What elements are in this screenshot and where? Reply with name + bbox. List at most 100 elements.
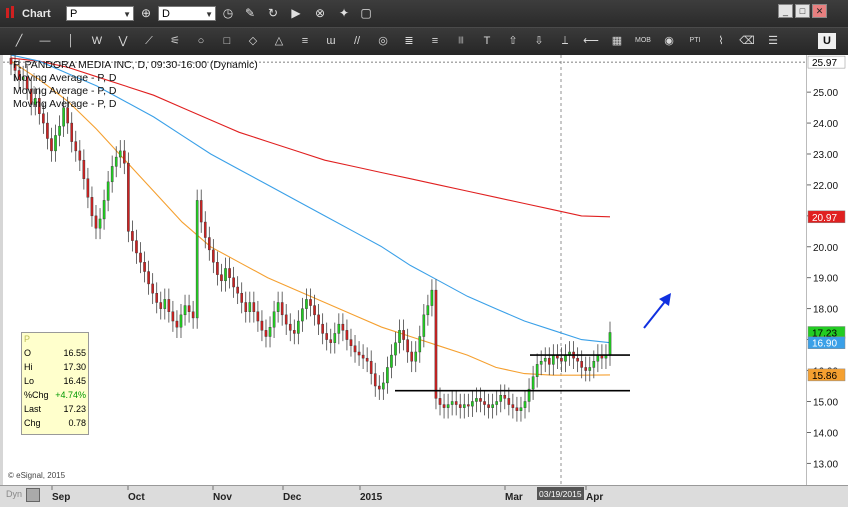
candle-body [191, 311, 195, 319]
drawing-tool-10-icon[interactable]: △ [268, 33, 290, 49]
candle-body [499, 395, 503, 402]
price-axis[interactable]: 13.0014.0015.0016.0017.0018.0019.0020.00… [806, 55, 848, 485]
chart-plot-area[interactable]: P, PANDORA MEDIA INC, D, 09:30-16:00 (Dy… [3, 55, 806, 485]
candle-body [349, 339, 353, 346]
drawing-tool-2-icon[interactable]: │ [60, 33, 82, 49]
drawing-tool-12-icon[interactable]: ɯ [320, 33, 342, 49]
drawing-tool-16-icon[interactable]: ≡ [424, 33, 446, 49]
databox-key: Chg [24, 418, 41, 428]
y-tick-label: 15.00 [813, 397, 838, 408]
drawing-tool-6-icon[interactable]: ⚟ [164, 33, 186, 49]
candle-body [471, 401, 474, 407]
link-icon[interactable]: ⊕ [138, 5, 154, 21]
price-tag-label: 20.97 [812, 213, 837, 224]
candle [240, 282, 244, 314]
candle [195, 189, 199, 329]
maximize-button[interactable]: □ [795, 4, 810, 18]
candle-body [252, 302, 256, 312]
candle-body [596, 354, 600, 362]
databox-value: 16.45 [63, 376, 86, 386]
candle-body [495, 401, 498, 405]
candle [588, 356, 592, 382]
chevron-down-icon[interactable]: ▼ [205, 7, 213, 22]
price-chart[interactable] [3, 55, 806, 485]
candle-body [90, 197, 94, 217]
drawing-tool-24-icon[interactable]: MOB [632, 33, 654, 49]
candle-body [272, 311, 276, 328]
drawing-tool-14-icon[interactable]: ◎ [372, 33, 394, 49]
comment-icon[interactable]: ▢ [358, 5, 374, 21]
databox-key: Lo [24, 376, 35, 386]
candle-body [515, 407, 519, 411]
drawing-tool-7-icon[interactable]: ○ [190, 33, 212, 49]
chart-window: Chart P ▼ ⊕ D ▼ ◷ ✎ ↻ ▶ ⊗ ✦ ▢ _ □ ✕ ╱ — │ W ⋁ ⟋… [0, 0, 848, 507]
drawing-tool-25-icon[interactable]: ◉ [658, 33, 680, 49]
drawing-tool-3-icon[interactable]: W [86, 33, 108, 49]
candle-body [244, 302, 248, 312]
drawing-tool-5-icon[interactable]: ⟋ [138, 33, 160, 49]
drawing-tool-27-icon[interactable]: ⌇ [710, 33, 732, 49]
drawing-tool-23-icon[interactable]: ▦ [606, 33, 628, 49]
candle [511, 393, 515, 419]
y-tick-label: 14.00 [813, 428, 838, 439]
chevron-down-icon[interactable]: ▼ [123, 7, 131, 22]
candle-body [82, 159, 86, 179]
legend-ma-mid: Moving Average - P, D [13, 85, 117, 97]
drawing-tool-29-icon[interactable]: ☰ [762, 33, 784, 49]
candle-body [377, 385, 381, 390]
candle-body [224, 268, 227, 282]
drawing-tool-17-icon[interactable]: ||| [450, 33, 472, 49]
tag-icon[interactable]: ✦ [336, 5, 352, 21]
drawing-tool-26-icon[interactable]: PTI [684, 33, 706, 49]
databox-row: Last 17.23 [24, 404, 86, 417]
candle [333, 322, 337, 354]
databox-value: 16.55 [63, 348, 86, 358]
window-title: Chart [22, 8, 51, 20]
rotate-icon[interactable]: ↻ [265, 5, 281, 21]
play-icon[interactable]: ▶ [288, 5, 304, 21]
databox-value: 0.78 [68, 418, 86, 428]
candle [208, 226, 211, 261]
drawing-tool-9-icon[interactable]: ◇ [242, 33, 264, 49]
x-tick-label: 2015 [360, 492, 383, 503]
candle [365, 347, 369, 373]
candle-body [159, 302, 163, 309]
minimize-button[interactable]: _ [778, 4, 793, 18]
candle [527, 378, 531, 413]
drawing-tool-19-icon[interactable]: ⇧ [502, 33, 524, 49]
pencil-icon[interactable]: ✎ [242, 5, 258, 21]
price-tag: 20.97 [807, 210, 846, 224]
candle [175, 310, 179, 339]
drawing-tool-18-icon[interactable]: T [476, 33, 498, 49]
price-tag-label: 25.97 [812, 58, 837, 69]
drawing-tool-4-icon[interactable]: ⋁ [112, 33, 134, 49]
drawing-tool-11-icon[interactable]: ≡ [294, 33, 316, 49]
drawing-tool-8-icon[interactable]: □ [216, 33, 238, 49]
drawing-tool-0-icon[interactable]: ╱ [8, 33, 30, 49]
symbol-input[interactable]: P ▼ [66, 6, 134, 21]
candle [418, 325, 422, 363]
candle-body [228, 268, 231, 278]
time-axis[interactable]: Dyn Sep Oct Nov Dec 2015 Mar Apr 03/19/2015 [0, 485, 848, 507]
candle [309, 288, 312, 317]
candle [345, 319, 349, 351]
candle-body [62, 107, 65, 127]
drawing-tool-30-icon[interactable]: U [818, 33, 836, 49]
candle-body [503, 395, 507, 399]
zoom-icon[interactable]: ⊗ [312, 5, 328, 21]
candle [248, 291, 252, 323]
candle-body [462, 404, 466, 408]
drawing-tool-13-icon[interactable]: // [346, 33, 368, 49]
drawing-tool-22-icon[interactable]: ⟵ [580, 33, 602, 49]
refresh-icon[interactable]: ◷ [220, 5, 236, 21]
candle [519, 396, 523, 422]
drawing-tool-15-icon[interactable]: ≣ [398, 33, 420, 49]
drawing-tool-21-icon[interactable]: ⟘ [554, 33, 576, 49]
legend-main: P, PANDORA MEDIA INC, D, 09:30-16:00 (Dy… [13, 59, 258, 71]
candle-body [353, 345, 357, 353]
interval-input[interactable]: D ▼ [158, 6, 216, 21]
drawing-tool-20-icon[interactable]: ⇩ [528, 33, 550, 49]
drawing-tool-28-icon[interactable]: ⌫ [736, 33, 758, 49]
close-button[interactable]: ✕ [812, 4, 827, 18]
drawing-tool-1-icon[interactable]: — [34, 33, 56, 49]
